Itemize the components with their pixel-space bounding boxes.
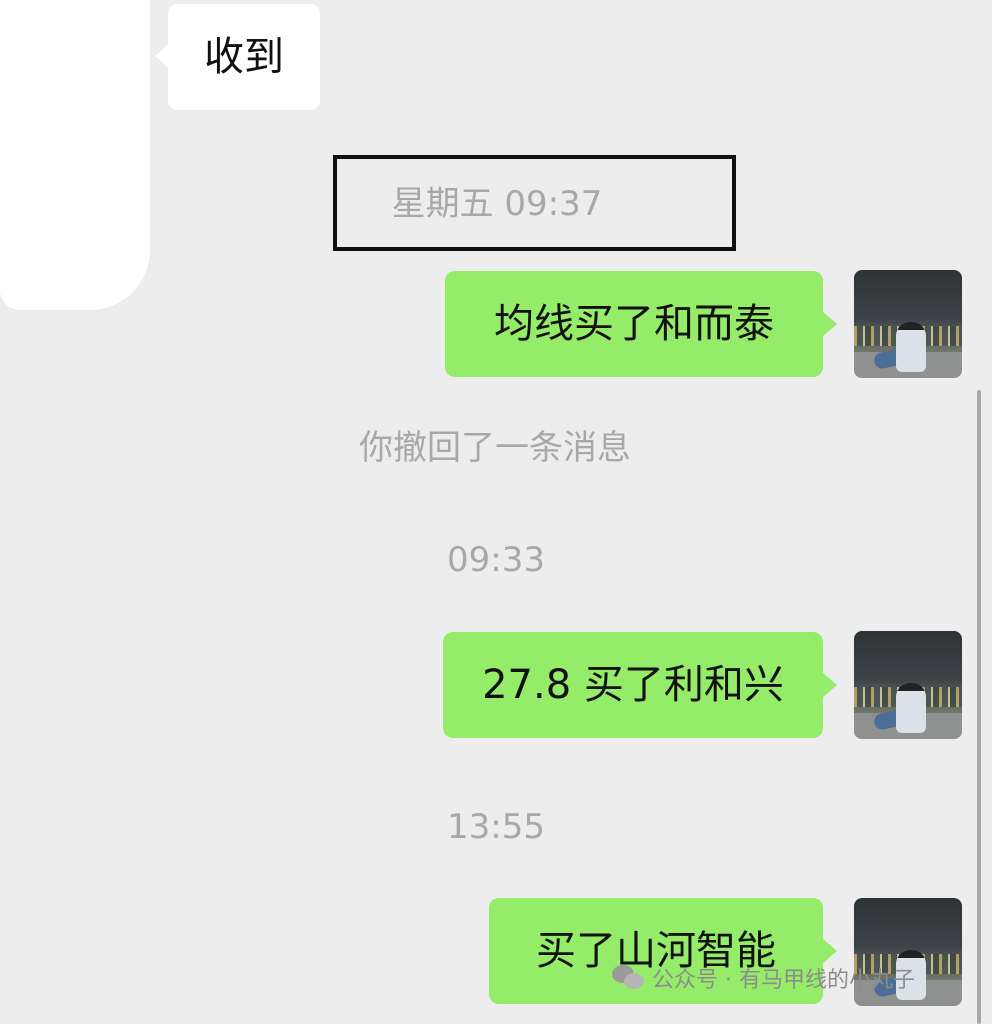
received-message-text: 收到 xyxy=(204,34,284,80)
scrollbar[interactable] xyxy=(977,390,981,1024)
recall-notice: 你撤回了一条消息 xyxy=(359,428,631,468)
timestamp-1355: 13:55 xyxy=(447,807,545,847)
timestamp-friday: 星期五 09:37 xyxy=(391,184,603,224)
watermark-text: 公众号 · 有马甲线的小丸子 xyxy=(652,968,915,993)
sent-message-text-2: 27.8 买了利和兴 xyxy=(482,662,784,708)
sent-message-bubble-1[interactable]: 均线买了和而泰 xyxy=(445,271,837,377)
redacted-avatar-region xyxy=(0,0,150,310)
own-avatar[interactable] xyxy=(854,270,962,378)
watermark: 公众号 · 有马甲线的小丸子 xyxy=(612,962,915,994)
sent-message-bubble-2[interactable]: 27.8 买了利和兴 xyxy=(443,632,837,738)
received-message-bubble[interactable]: 收到 xyxy=(155,4,320,110)
wechat-icon xyxy=(612,965,646,991)
sent-message-text-1: 均线买了和而泰 xyxy=(494,301,774,347)
own-avatar[interactable] xyxy=(854,631,962,739)
timestamp-0933: 09:33 xyxy=(447,540,545,580)
